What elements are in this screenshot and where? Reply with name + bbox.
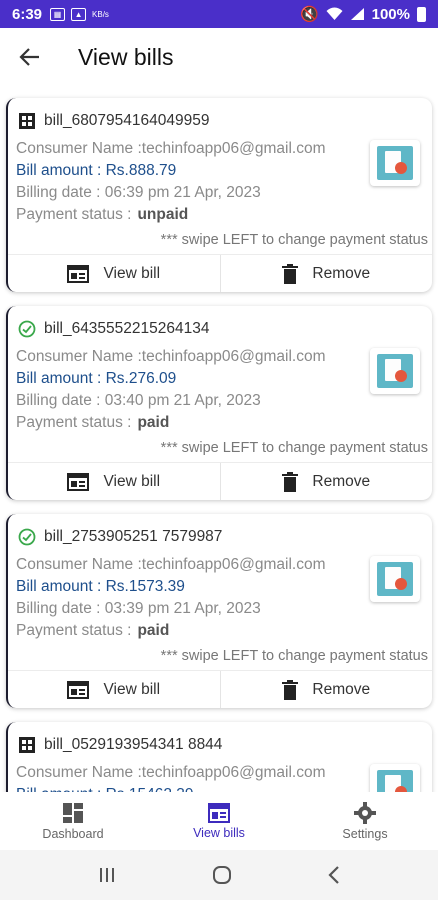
swipe-hint: *** swipe LEFT to change payment status bbox=[160, 648, 428, 664]
bill-view-icon bbox=[67, 680, 90, 699]
status-bar: 6:39 ▦ ▲ KB/s 🔇 100% bbox=[0, 0, 438, 28]
nav-view-bills-label: View bills bbox=[193, 825, 245, 840]
status-time: 6:39 bbox=[12, 5, 43, 23]
bill-thumbnail[interactable] bbox=[370, 556, 420, 602]
consumer-name: Consumer Name :techinfoapp06@gmail.com bbox=[16, 764, 326, 781]
bill-amount: Bill amount : Rs.1573.39 bbox=[16, 578, 185, 595]
gear-icon bbox=[354, 801, 376, 824]
consumer-name: Consumer Name :techinfoapp06@gmail.com bbox=[16, 140, 326, 157]
bill-amount: Bill amount : Rs.15462.39 bbox=[16, 784, 356, 792]
payment-status-value: paid bbox=[137, 622, 170, 639]
remove-button[interactable]: Remove bbox=[219, 255, 433, 292]
bill-thumbnail[interactable] bbox=[370, 140, 420, 186]
bill-image-icon bbox=[377, 146, 413, 180]
app-bar: View bills bbox=[0, 28, 438, 86]
payment-status: Payment status : paid bbox=[16, 620, 356, 642]
back-button[interactable] bbox=[0, 28, 60, 86]
notification-icons: ▦ ▲ KB/s bbox=[50, 7, 109, 21]
payment-status-label: Payment status : bbox=[16, 414, 132, 431]
recent-apps-icon[interactable] bbox=[97, 866, 117, 884]
bill-image-icon bbox=[377, 770, 413, 792]
bills-icon bbox=[208, 802, 230, 823]
trash-icon bbox=[282, 263, 299, 284]
view-bill-label: View bill bbox=[103, 264, 161, 282]
payment-status: Payment status : unpaid bbox=[16, 204, 356, 226]
network-speed-icon: KB/s bbox=[92, 9, 109, 19]
view-bill-button[interactable]: View bill bbox=[8, 255, 220, 292]
payment-status: Payment status : paid bbox=[16, 412, 356, 434]
system-navigation-bar bbox=[0, 850, 438, 900]
view-bill-label: View bill bbox=[103, 472, 161, 490]
view-bill-button[interactable]: View bill bbox=[8, 671, 220, 708]
battery-percent: 100% bbox=[371, 5, 410, 23]
home-icon[interactable] bbox=[212, 865, 232, 885]
nav-settings-label: Settings bbox=[342, 826, 388, 841]
page-title: View bills bbox=[78, 43, 174, 70]
consumer-name: Consumer Name :techinfoapp06@gmail.com bbox=[16, 348, 326, 365]
remove-label: Remove bbox=[312, 264, 371, 282]
bill-view-icon bbox=[67, 264, 90, 283]
nav-settings[interactable]: Settings bbox=[292, 792, 438, 850]
card-actions: View bill Remove bbox=[8, 254, 432, 292]
arrow-left-icon bbox=[19, 48, 39, 66]
bill-image-icon bbox=[377, 354, 413, 388]
dashboard-icon bbox=[63, 802, 83, 823]
bill-thumbnail[interactable] bbox=[370, 764, 420, 792]
mute-icon: 🔇 bbox=[299, 6, 319, 23]
swipe-hint: *** swipe LEFT to change payment status bbox=[160, 440, 428, 456]
remove-button[interactable]: Remove bbox=[219, 671, 433, 708]
bill-image-icon bbox=[377, 562, 413, 596]
billing-date: Billing date : 06:39 pm 21 Apr, 2023 bbox=[16, 184, 261, 201]
view-bill-label: View bill bbox=[103, 680, 161, 698]
nav-dashboard-label: Dashboard bbox=[42, 826, 104, 841]
app-notification-icon: ▦ bbox=[50, 7, 66, 21]
card-actions: View bill Remove bbox=[8, 670, 432, 708]
nav-view-bills[interactable]: View bills bbox=[146, 792, 292, 850]
bill-id: bill_0529193954341 8844 bbox=[44, 736, 223, 753]
payment-status-value: paid bbox=[137, 414, 170, 431]
remove-button[interactable]: Remove bbox=[219, 463, 433, 500]
bill-card[interactable]: bill_2753905251 7579987 Consumer Name :t… bbox=[6, 514, 432, 708]
check-circle-icon bbox=[18, 320, 36, 338]
bottom-navigation: Dashboard View bills Settings bbox=[0, 792, 438, 850]
remove-label: Remove bbox=[312, 680, 371, 698]
billing-date: Billing date : 03:39 pm 21 Apr, 2023 bbox=[16, 600, 261, 617]
card-actions: View bill Remove bbox=[8, 462, 432, 500]
bill-id: bill_6435552215264134 bbox=[44, 320, 210, 337]
trash-icon bbox=[282, 471, 299, 492]
image-notification-icon: ▲ bbox=[71, 7, 87, 21]
back-nav-icon[interactable] bbox=[327, 865, 341, 885]
nav-dashboard[interactable]: Dashboard bbox=[0, 792, 146, 850]
bill-card[interactable]: bill_6807954164049959 Consumer Name :tec… bbox=[6, 98, 432, 292]
payment-status-label: Payment status : bbox=[16, 622, 132, 639]
bill-view-icon bbox=[67, 472, 90, 491]
bill-amount: Bill amount : Rs.276.09 bbox=[16, 370, 177, 387]
check-circle-icon bbox=[18, 528, 36, 546]
bill-amount: Bill amount : Rs.888.79 bbox=[16, 162, 177, 179]
payment-status-value: unpaid bbox=[137, 206, 189, 223]
wifi-icon bbox=[326, 7, 343, 20]
grid-icon bbox=[19, 113, 35, 129]
bill-id: bill_2753905251 7579987 bbox=[44, 528, 223, 545]
consumer-name: Consumer Name :techinfoapp06@gmail.com bbox=[16, 556, 326, 573]
bill-card[interactable]: bill_0529193954341 8844 Consumer Name :t… bbox=[6, 722, 432, 792]
signal-icon bbox=[350, 8, 364, 20]
grid-icon bbox=[19, 737, 35, 753]
bill-list[interactable]: bill_6807954164049959 Consumer Name :tec… bbox=[0, 86, 438, 792]
trash-icon bbox=[282, 679, 299, 700]
view-bill-button[interactable]: View bill bbox=[8, 463, 220, 500]
billing-date: Billing date : 03:40 pm 21 Apr, 2023 bbox=[16, 392, 261, 409]
battery-icon bbox=[417, 6, 426, 22]
remove-label: Remove bbox=[312, 472, 371, 490]
bill-card[interactable]: bill_6435552215264134 Consumer Name :tec… bbox=[6, 306, 432, 500]
payment-status-label: Payment status : bbox=[16, 206, 132, 223]
swipe-hint: *** swipe LEFT to change payment status bbox=[160, 232, 428, 248]
bill-id: bill_6807954164049959 bbox=[44, 112, 210, 129]
bill-thumbnail[interactable] bbox=[370, 348, 420, 394]
